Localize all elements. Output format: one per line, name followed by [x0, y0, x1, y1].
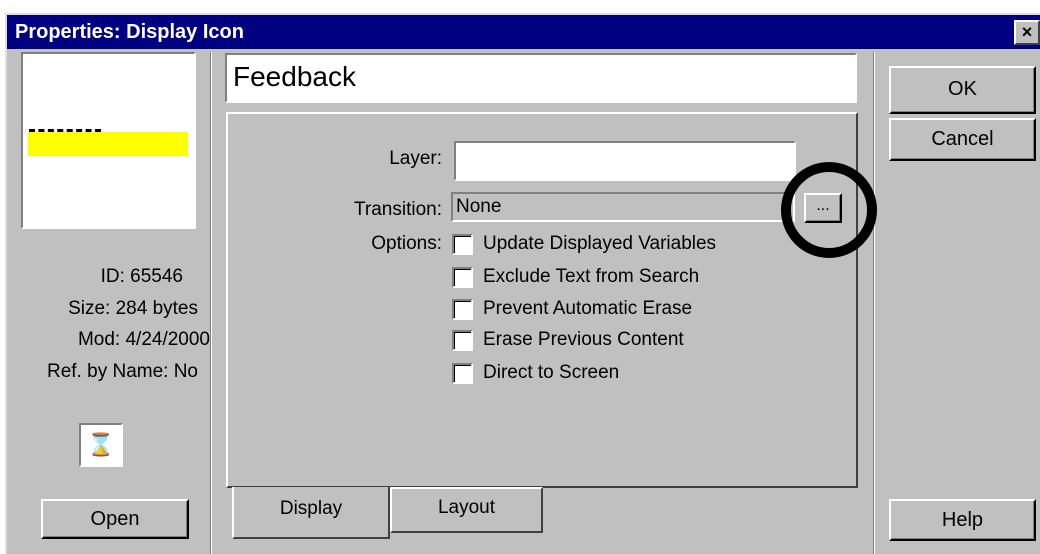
transition-label: Transition:: [354, 199, 442, 220]
option-label: Erase Previous Content: [483, 329, 684, 350]
tab-layout[interactable]: Layout: [390, 487, 543, 533]
open-button-label: Open: [90, 508, 140, 530]
icon-title-field[interactable]: Feedback: [225, 53, 857, 103]
checkbox[interactable]: [452, 298, 473, 320]
icon-preview: [21, 52, 196, 229]
icon-modified: Mod: 4/24/2000: [77, 329, 210, 350]
tab-display-label: Display: [279, 498, 343, 519]
cancel-button[interactable]: Cancel: [889, 118, 1036, 161]
icon-title-value: Feedback: [233, 61, 356, 92]
option-exclude-text-from-search[interactable]: Exclude Text from Search: [452, 266, 699, 290]
window-title: Properties: Display Icon: [15, 21, 244, 43]
tab-display[interactable]: Display: [232, 487, 390, 539]
option-label: Exclude Text from Search: [483, 266, 700, 287]
icon-ref-by-name: Ref. by Name: No: [47, 361, 198, 382]
left-divider: [210, 52, 212, 554]
ok-button[interactable]: OK: [889, 66, 1036, 114]
options-label: Options:: [371, 233, 442, 254]
checkbox[interactable]: [452, 233, 473, 255]
option-direct-to-screen[interactable]: Direct to Screen: [452, 362, 619, 386]
option-label: Direct to Screen: [483, 362, 620, 383]
title-bar: Properties: Display Icon ×: [7, 15, 1040, 49]
icon-size: Size: 284 bytes: [68, 298, 198, 319]
open-button[interactable]: Open: [41, 499, 189, 539]
help-button[interactable]: Help: [889, 499, 1036, 541]
help-button-label: Help: [941, 509, 984, 531]
cancel-button-label: Cancel: [931, 128, 994, 150]
display-icon-thumbnail[interactable]: ⌛: [79, 423, 123, 467]
option-label: Update Displayed Variables: [483, 233, 717, 254]
highlight-circle-annotation: [781, 162, 877, 258]
checkbox[interactable]: [452, 266, 473, 288]
tab-layout-label: Layout: [437, 497, 496, 518]
hourglass-icon: ⌛: [87, 432, 115, 457]
transition-field: None: [451, 192, 795, 222]
checkbox[interactable]: [452, 329, 473, 351]
option-prevent-automatic-erase[interactable]: Prevent Automatic Erase: [452, 298, 692, 322]
transition-value: None: [456, 196, 502, 217]
option-erase-previous-content[interactable]: Erase Previous Content: [452, 329, 684, 353]
layer-label: Layer:: [389, 148, 442, 169]
close-icon: ×: [1021, 22, 1033, 42]
icon-id: ID: 65546: [100, 266, 183, 287]
layer-input[interactable]: [454, 141, 796, 181]
option-update-displayed-variables[interactable]: Update Displayed Variables: [452, 233, 716, 257]
preview-highlight: [28, 132, 188, 156]
right-divider: [873, 52, 875, 554]
close-button[interactable]: ×: [1014, 20, 1040, 45]
option-label: Prevent Automatic Erase: [483, 298, 693, 319]
ok-button-label: OK: [948, 78, 977, 100]
checkbox[interactable]: [452, 362, 473, 384]
